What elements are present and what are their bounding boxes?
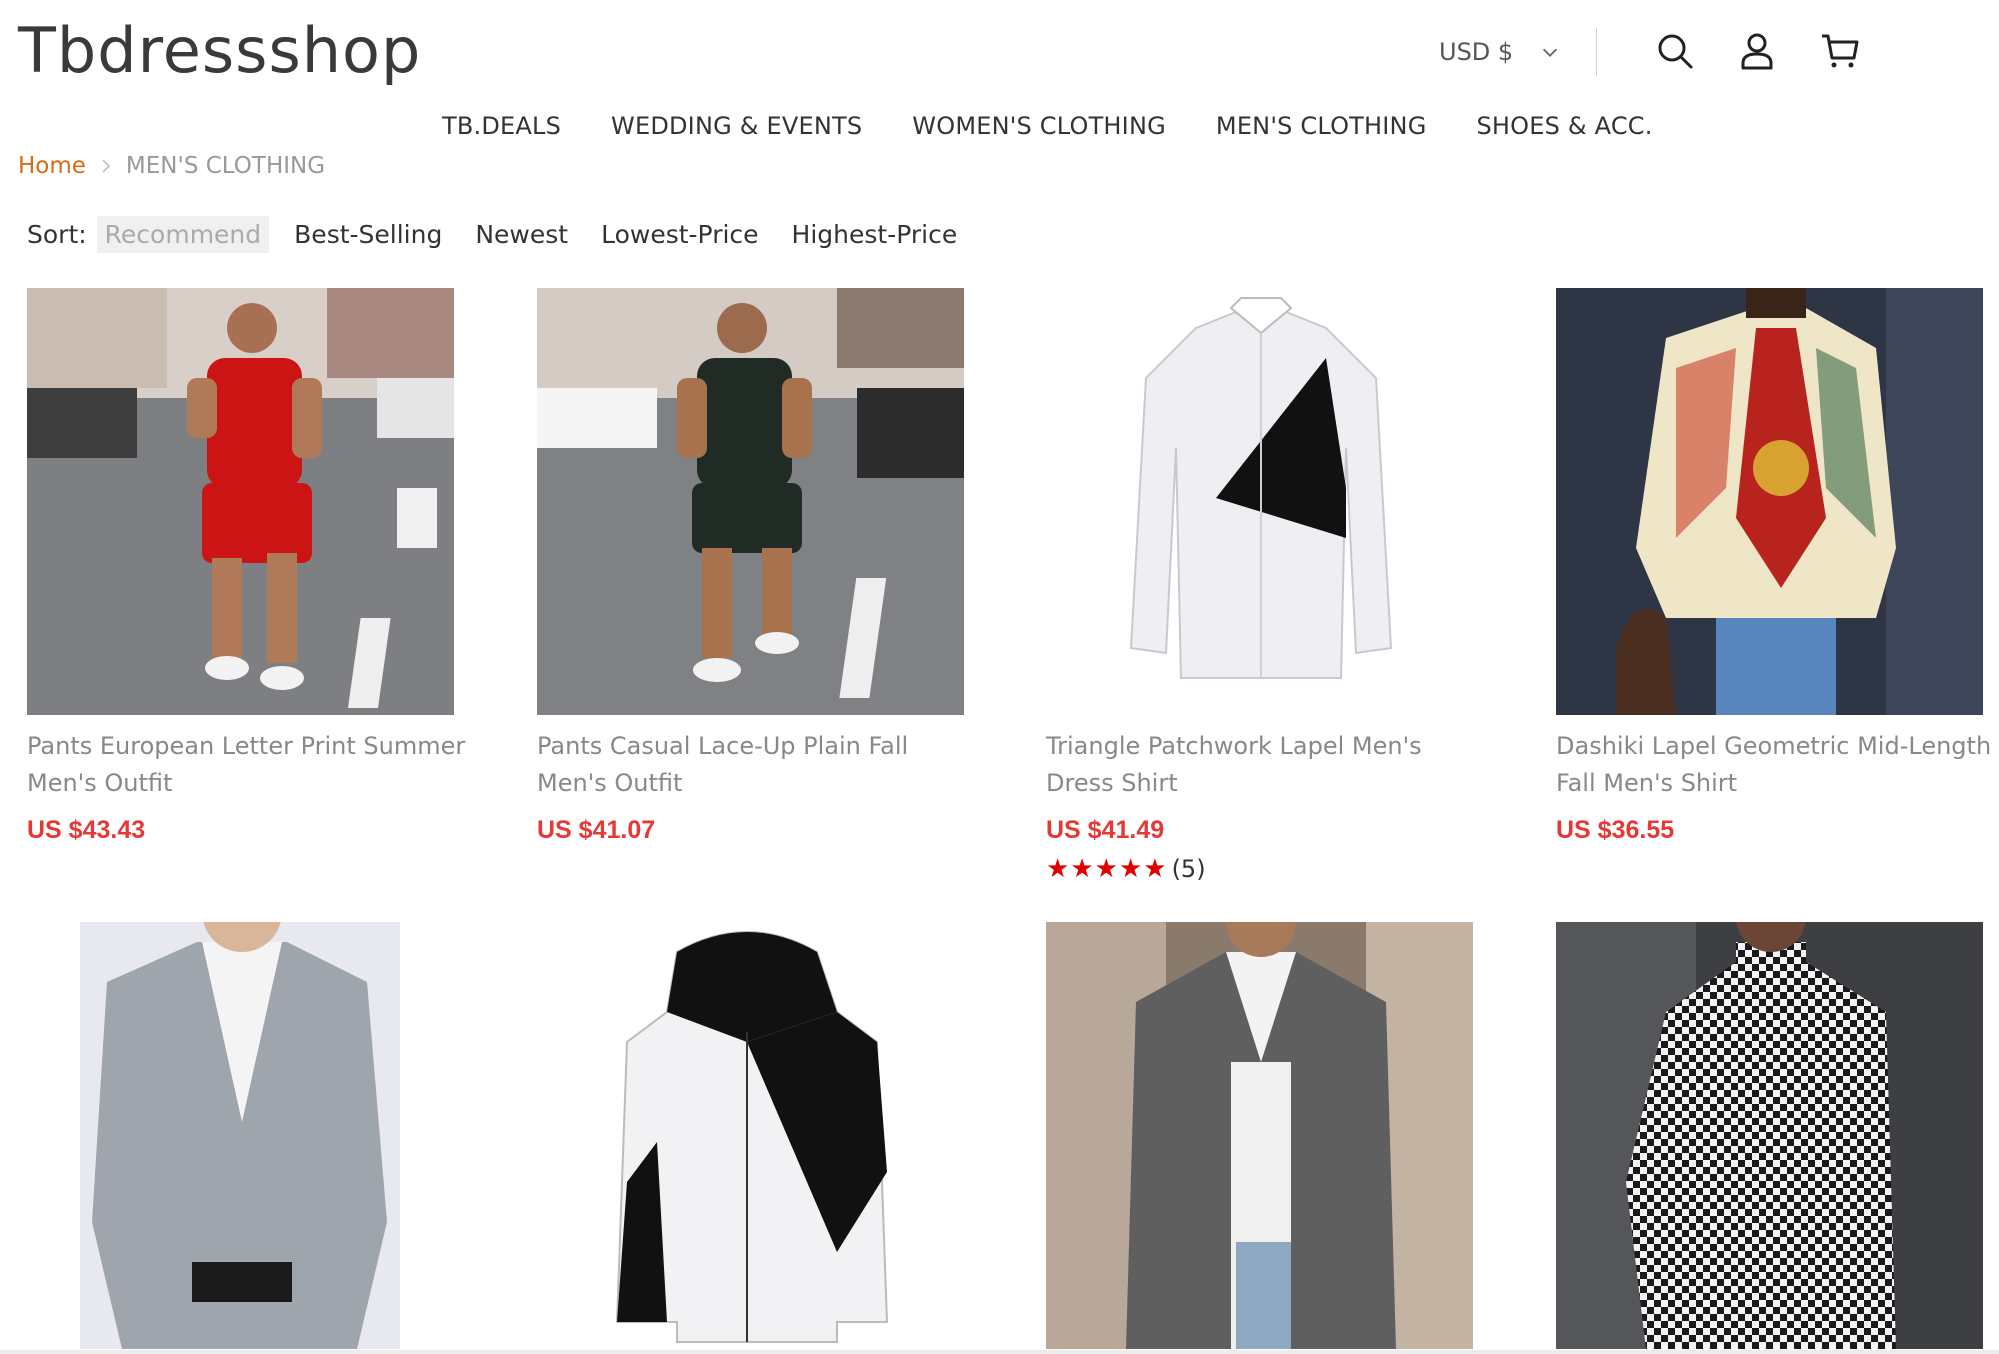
product-name[interactable]: Pants Casual Lace-Up Plain Fall Men's Ou…	[537, 728, 977, 802]
star-icon: ★	[1118, 854, 1143, 884]
product-image[interactable]	[1556, 288, 1983, 715]
sort-option-newest[interactable]: Newest	[475, 220, 568, 249]
breadcrumb-home-link[interactable]: Home	[18, 153, 86, 179]
nav-item-tb-deals[interactable]: TB.DEALS	[442, 112, 561, 140]
sort-option-highest-price[interactable]: Highest-Price	[792, 220, 958, 249]
nav-item-wedding-events[interactable]: WEDDING & EVENTS	[611, 112, 862, 140]
star-icon: ★	[1046, 854, 1070, 884]
product-price: US $43.43	[27, 816, 146, 844]
search-icon[interactable]	[1654, 30, 1696, 72]
main-nav: TB.DEALS WEDDING & EVENTS WOMEN'S CLOTHI…	[442, 112, 1653, 140]
product-price: US $36.55	[1556, 816, 1675, 844]
nav-item-shoes-acc[interactable]: SHOES & ACC.	[1477, 112, 1653, 140]
sort-option-lowest-price[interactable]: Lowest-Price	[601, 220, 758, 249]
product-image[interactable]	[1046, 288, 1473, 715]
product-image[interactable]	[27, 922, 454, 1349]
product-name[interactable]: Dashiki Lapel Geometric Mid-Length Fall …	[1556, 728, 1996, 802]
site-logo[interactable]: Tbdressshop	[18, 14, 421, 87]
star-icon: ★	[1143, 854, 1167, 884]
breadcrumb: Home MEN'S CLOTHING	[18, 153, 325, 179]
product-price: US $41.07	[537, 816, 656, 844]
product-image[interactable]	[1556, 922, 1983, 1349]
product-name[interactable]: Pants European Letter Print Summer Men's…	[27, 728, 467, 802]
chevron-down-icon	[1543, 48, 1558, 57]
product-name[interactable]: Triangle Patchwork Lapel Men's Dress Shi…	[1046, 728, 1486, 802]
header-divider	[1596, 28, 1597, 76]
breadcrumb-current: MEN'S CLOTHING	[125, 153, 326, 179]
product-image[interactable]	[537, 288, 964, 715]
chevron-right-icon	[102, 159, 110, 173]
sort-label: Sort:	[27, 220, 87, 249]
header-actions: USD $	[1439, 28, 1999, 80]
nav-item-womens-clothing[interactable]: WOMEN'S CLOTHING	[912, 112, 1166, 140]
review-count[interactable]: (5)	[1172, 855, 1206, 883]
star-icon: ★	[1070, 854, 1094, 884]
sort-bar: Sort: Recommend Best-Selling Newest Lowe…	[27, 216, 990, 253]
cart-icon[interactable]	[1819, 30, 1861, 72]
product-rating: ★ ★ ★ ★ ★ (5)	[1046, 855, 1206, 883]
user-icon[interactable]	[1736, 30, 1778, 72]
product-image[interactable]	[1046, 922, 1473, 1349]
currency-label: USD $	[1439, 38, 1514, 66]
currency-selector[interactable]: USD $	[1439, 38, 1561, 66]
nav-item-mens-clothing[interactable]: MEN'S CLOTHING	[1216, 112, 1427, 140]
star-icon: ★	[1094, 854, 1118, 884]
sort-option-recommend[interactable]: Recommend	[96, 216, 270, 253]
product-image[interactable]	[537, 922, 964, 1349]
product-image[interactable]	[27, 288, 454, 715]
page-bottom-divider	[0, 1350, 1999, 1354]
sort-option-best-selling[interactable]: Best-Selling	[294, 220, 442, 249]
product-price: US $41.49	[1046, 816, 1165, 844]
